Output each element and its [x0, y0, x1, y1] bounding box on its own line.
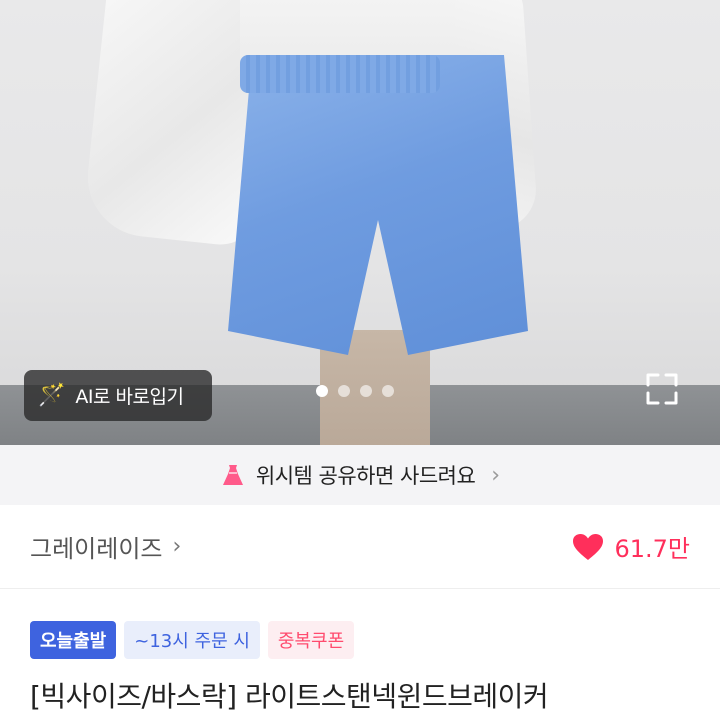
ai-try-on-label: AI로 바로입기 [75, 386, 184, 408]
order-cutoff-badge: ~13시 주문 시 [124, 621, 260, 659]
expand-icon[interactable] [644, 371, 680, 407]
store-row: 그레이레이즈 › 61.7만 [0, 505, 720, 589]
store-name: 그레이레이즈 [30, 535, 163, 563]
carousel-dot-active [316, 385, 328, 397]
carousel-dot [360, 385, 372, 397]
chevron-right-icon: › [172, 534, 182, 559]
tag-row: 오늘출발 ~13시 주문 시 중복쿠폰 [30, 621, 355, 659]
coupon-badge: 중복쿠폰 [267, 621, 355, 659]
like-count: 61.7만 [614, 535, 690, 563]
product-image-carousel[interactable]: 🪄 AI로 바로입기 [0, 0, 720, 445]
heart-icon [573, 533, 604, 560]
carousel-dot [382, 385, 394, 397]
ai-try-on-button[interactable]: 🪄 AI로 바로입기 [24, 370, 212, 421]
store-link[interactable]: 그레이레이즈 › [30, 529, 181, 564]
today-shipping-badge: 오늘출발 [30, 621, 117, 659]
share-banner[interactable]: 위시템 공유하면 사드려요 › [0, 445, 720, 505]
like-button[interactable]: 61.7만 [572, 529, 690, 564]
magic-wand-icon: 🪄 [38, 382, 66, 408]
share-banner-text: 위시템 공유하면 사드려요 [255, 464, 476, 488]
product-title: [빅사이즈/바스락] 라이트스탠넥윈드브레이커 [30, 680, 549, 713]
dress-icon [222, 465, 243, 485]
chevron-right-icon: › [491, 462, 501, 488]
carousel-dot [338, 385, 350, 397]
blue-shorts [228, 55, 528, 355]
shorts-waistband [240, 55, 440, 93]
carousel-indicator [316, 385, 394, 397]
